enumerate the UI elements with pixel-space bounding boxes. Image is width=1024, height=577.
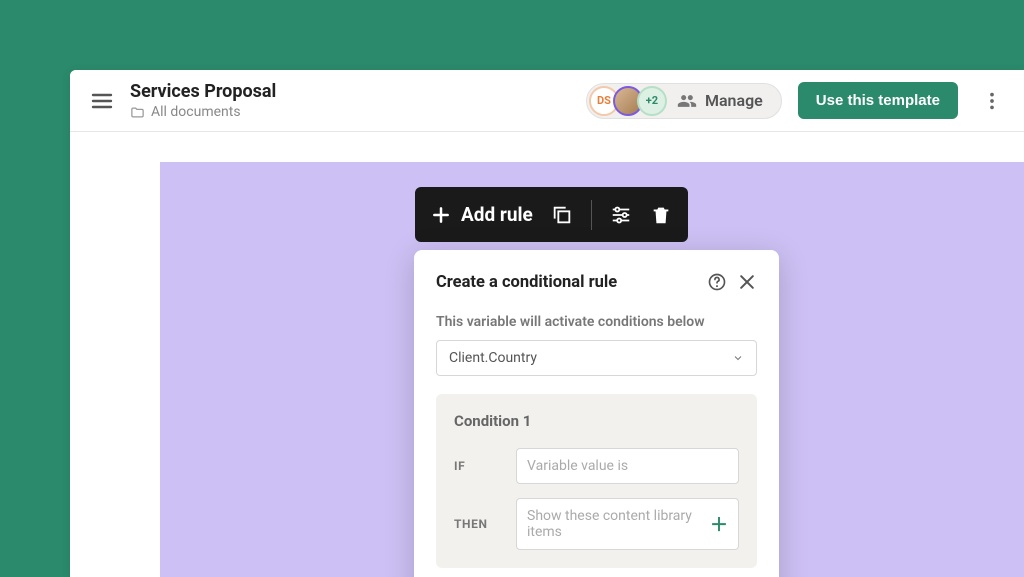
app-window: Services Proposal All documents DS +2 Ma… [70, 70, 1024, 577]
document-canvas[interactable]: Add rule Create a conditional rule [160, 162, 1024, 577]
popover-header: Create a conditional rule [436, 272, 757, 292]
if-placeholder: Variable value is [527, 458, 628, 474]
conditional-rule-popover: Create a conditional rule This variable … [414, 250, 779, 577]
trash-icon[interactable] [650, 204, 672, 226]
plus-icon: ＋ [710, 511, 728, 537]
page-title: Services Proposal [130, 81, 276, 102]
copy-icon[interactable] [551, 204, 573, 226]
use-template-button[interactable]: Use this template [798, 82, 958, 119]
if-input[interactable]: Variable value is [516, 448, 739, 484]
breadcrumb[interactable]: All documents [130, 104, 276, 120]
more-icon[interactable] [980, 89, 1004, 113]
manage-label: Manage [705, 91, 763, 110]
collaborators-group: DS +2 Manage [586, 83, 782, 119]
add-rule-label: Add rule [461, 203, 533, 226]
variable-label: This variable will activate conditions b… [436, 314, 757, 330]
topbar: Services Proposal All documents DS +2 Ma… [70, 70, 1024, 132]
manage-button[interactable]: Manage [667, 91, 779, 111]
then-label: THEN [454, 517, 500, 531]
help-icon[interactable] [707, 272, 727, 292]
if-label: IF [454, 459, 500, 473]
then-placeholder: Show these content library items [527, 508, 710, 540]
canvas-area: Add rule Create a conditional rule [70, 132, 1024, 577]
avatar-extra-count[interactable]: +2 [637, 86, 667, 116]
condition-box: Condition 1 IF Variable value is THEN Sh… [436, 394, 757, 568]
chevron-down-icon [732, 352, 744, 364]
people-icon [677, 91, 697, 111]
then-row: THEN Show these content library items ＋ [454, 498, 739, 550]
if-row: IF Variable value is [454, 448, 739, 484]
close-icon[interactable] [737, 272, 757, 292]
popover-title: Create a conditional rule [436, 273, 697, 292]
condition-title: Condition 1 [454, 412, 739, 430]
rule-toolbar: Add rule [415, 187, 688, 242]
title-area: Services Proposal All documents [130, 81, 276, 120]
plus-icon [431, 205, 451, 225]
variable-select[interactable]: Client.Country [436, 340, 757, 376]
menu-icon[interactable] [90, 89, 114, 113]
settings-sliders-icon[interactable] [610, 204, 632, 226]
divider [591, 200, 592, 230]
add-rule-button[interactable]: Add rule [431, 203, 533, 226]
variable-selected-value: Client.Country [449, 350, 537, 366]
breadcrumb-label: All documents [151, 104, 241, 120]
folder-icon [130, 105, 145, 120]
then-input[interactable]: Show these content library items ＋ [516, 498, 739, 550]
